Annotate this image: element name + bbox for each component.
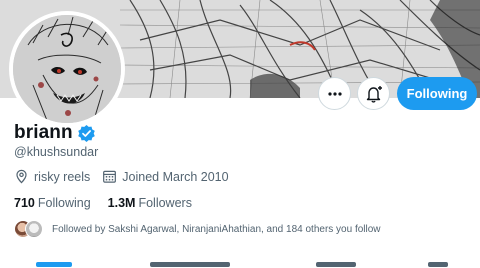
location-item: risky reels	[14, 169, 90, 184]
tab-tweets[interactable]	[36, 262, 72, 267]
joined-item: Joined March 2010	[102, 169, 229, 184]
tab-tweets-replies[interactable]	[150, 262, 230, 267]
tab-likes[interactable]	[428, 262, 448, 267]
following-stat-link[interactable]: 710 Following	[14, 196, 91, 210]
more-horizontal-icon	[327, 91, 342, 96]
joined-text: Joined March 2010	[122, 169, 229, 184]
followers-you-know[interactable]: Followed by Sakshi Agarwal, NiranjaniAha…	[14, 220, 381, 238]
location-text: risky reels	[34, 169, 91, 184]
mutual-avatars	[14, 220, 44, 238]
following-label: Following	[37, 196, 91, 210]
handle: @khushsundar	[14, 145, 99, 159]
mutual-avatar	[25, 220, 43, 238]
followed-by-text: Followed by Sakshi Agarwal, NiranjaniAha…	[52, 223, 381, 235]
tab-media[interactable]	[316, 262, 356, 267]
location-pin-icon	[16, 169, 27, 184]
following-button[interactable]: Following	[397, 77, 477, 110]
followers-label: Followers	[138, 196, 192, 210]
verified-badge-icon	[77, 124, 96, 143]
notifications-button[interactable]	[357, 77, 390, 110]
more-options-button[interactable]	[318, 77, 351, 110]
profile-tabs	[0, 258, 480, 268]
follow-stats: 710 Following 1.3M Followers	[14, 196, 209, 210]
bell-plus-icon	[366, 85, 382, 103]
followers-count: 1.3M	[107, 196, 136, 210]
name-row: briann	[14, 122, 96, 144]
display-name: briann	[14, 122, 73, 143]
profile-avatar[interactable]	[9, 11, 125, 127]
followers-stat-link[interactable]: 1.3M Followers	[108, 196, 192, 210]
calendar-icon	[103, 170, 117, 183]
avatar-manga-face	[13, 15, 121, 123]
profile-meta: risky reels Joined March 2010	[14, 169, 241, 184]
following-count: 710	[14, 196, 35, 210]
